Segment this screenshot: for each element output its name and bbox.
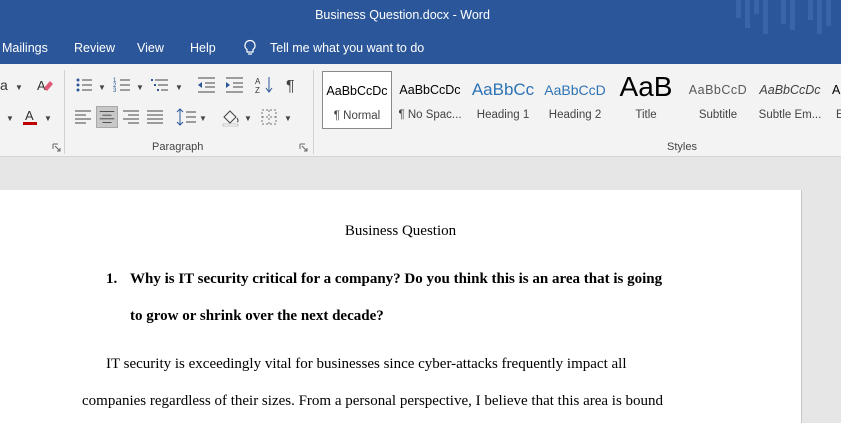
- style-subtle-emphasis[interactable]: AaBbCcDc Subtle Em...: [755, 71, 825, 129]
- font-size-dropdown-icon[interactable]: ▼: [6, 114, 14, 123]
- multilevel-list-dropdown-icon[interactable]: ▼: [175, 83, 183, 92]
- question-line: to grow or shrink over the next decade?: [130, 308, 384, 324]
- title-bar: Business Question.docx - Word: [0, 0, 841, 34]
- borders-dropdown-icon[interactable]: ▼: [284, 114, 292, 123]
- shading-dropdown-icon[interactable]: ▼: [244, 114, 252, 123]
- style-emphasis-partial[interactable]: A E: [828, 71, 841, 129]
- style-normal-sample: AaBbCcDc: [326, 84, 388, 98]
- align-left-icon[interactable]: [72, 106, 94, 128]
- lightbulb-icon[interactable]: [243, 39, 257, 57]
- bullets-icon[interactable]: [74, 74, 96, 96]
- style-no-spacing-sample: AaBbCcDc: [399, 83, 461, 97]
- font-name-dropdown-icon[interactable]: ▼: [15, 83, 23, 92]
- question-number: 1.: [106, 271, 118, 287]
- justify-icon[interactable]: [144, 106, 166, 128]
- separator: [64, 70, 65, 154]
- svg-text:A: A: [255, 77, 261, 86]
- svg-text:Z: Z: [255, 86, 260, 95]
- tab-mailings[interactable]: Mailings: [2, 41, 48, 55]
- style-subtitle-label: Subtitle: [698, 109, 738, 121]
- style-heading-1-label: Heading 1: [476, 109, 530, 121]
- style-emphasis-label: E: [836, 109, 841, 121]
- numbering-dropdown-icon[interactable]: ▼: [136, 83, 144, 92]
- ribbon-tabs: Mailings Review View Help Tell me what y…: [0, 34, 841, 64]
- show-formatting-marks-icon[interactable]: ¶: [282, 74, 304, 96]
- line-spacing-dropdown-icon[interactable]: ▼: [199, 114, 207, 123]
- font-dialog-launcher-icon[interactable]: [52, 143, 61, 152]
- clear-formatting-icon[interactable]: A: [34, 74, 56, 96]
- style-heading-2[interactable]: AaBbCcD Heading 2: [540, 71, 610, 129]
- bullets-dropdown-icon[interactable]: ▼: [98, 83, 106, 92]
- paragraph-line: companies regardless of their sizes. Fro…: [82, 393, 664, 409]
- style-heading-1[interactable]: AaBbCc Heading 1: [468, 71, 538, 129]
- tell-me-search[interactable]: Tell me what you want to do: [270, 41, 424, 55]
- style-subtle-emphasis-sample: AaBbCcDc: [759, 83, 821, 97]
- style-subtle-emphasis-label: Subtle Em...: [758, 109, 822, 121]
- multilevel-list-icon[interactable]: [150, 74, 172, 96]
- sort-icon[interactable]: AZ: [254, 74, 276, 96]
- svg-text:A: A: [25, 108, 34, 123]
- style-heading-2-sample: AaBbCcD: [544, 82, 606, 98]
- svg-text:¶: ¶: [286, 78, 295, 95]
- question-line: Why is IT security critical for a compan…: [130, 271, 663, 287]
- style-heading-2-label: Heading 2: [548, 109, 602, 121]
- style-normal[interactable]: AaBbCcDc ¶ Normal: [322, 71, 392, 129]
- font-color-dropdown-icon[interactable]: ▼: [44, 114, 52, 123]
- ribbon: a ▼ A ▼ A ▼ ▼ 123 ▼ ▼ AZ ¶ ▼ ▼ ▼ Paragra…: [0, 64, 841, 157]
- font-color-button[interactable]: A: [20, 106, 42, 128]
- paragraph-dialog-launcher-icon[interactable]: [299, 143, 308, 152]
- window-title: Business Question.docx - Word: [315, 8, 490, 22]
- document-canvas: Business Question 1. Why is IT security …: [0, 157, 841, 423]
- paragraph-group-label: Paragraph: [152, 141, 204, 153]
- document-page[interactable]: Business Question 1. Why is IT security …: [0, 190, 802, 423]
- paragraph-line: IT security is exceedingly vital for bus…: [106, 356, 627, 372]
- style-no-spacing[interactable]: AaBbCcDc ¶ No Spac...: [395, 71, 465, 129]
- increase-indent-icon[interactable]: [224, 74, 246, 96]
- align-right-icon[interactable]: [120, 106, 142, 128]
- style-normal-label: ¶ Normal: [333, 110, 381, 122]
- line-spacing-icon[interactable]: [176, 106, 198, 128]
- svg-text:3: 3: [113, 88, 117, 94]
- borders-icon[interactable]: [258, 106, 280, 128]
- svg-text:A: A: [37, 78, 46, 93]
- tab-review[interactable]: Review: [74, 41, 115, 55]
- align-center-icon[interactable]: [96, 106, 118, 128]
- tab-help[interactable]: Help: [190, 41, 216, 55]
- title-bar-pattern: [736, 0, 831, 34]
- vertical-scrollbar[interactable]: [803, 190, 841, 423]
- styles-group-label: Styles: [667, 141, 697, 153]
- separator: [313, 70, 314, 154]
- style-heading-1-sample: AaBbCc: [471, 80, 535, 99]
- style-no-spacing-label: ¶ No Spac...: [398, 109, 462, 121]
- style-emphasis-sample: A: [832, 83, 841, 97]
- style-title-sample: AaB: [619, 71, 673, 102]
- style-subtitle[interactable]: AaBbCcD Subtitle: [683, 71, 753, 129]
- style-title[interactable]: AaB Title: [611, 71, 681, 129]
- font-name-partial[interactable]: a: [0, 77, 8, 93]
- numbering-icon[interactable]: 123: [112, 74, 134, 96]
- shading-icon[interactable]: [220, 106, 242, 128]
- decrease-indent-icon[interactable]: [196, 74, 218, 96]
- document-title: Business Question: [344, 223, 457, 239]
- tab-view[interactable]: View: [137, 41, 164, 55]
- style-title-label: Title: [635, 109, 657, 121]
- style-subtitle-sample: AaBbCcD: [688, 83, 748, 97]
